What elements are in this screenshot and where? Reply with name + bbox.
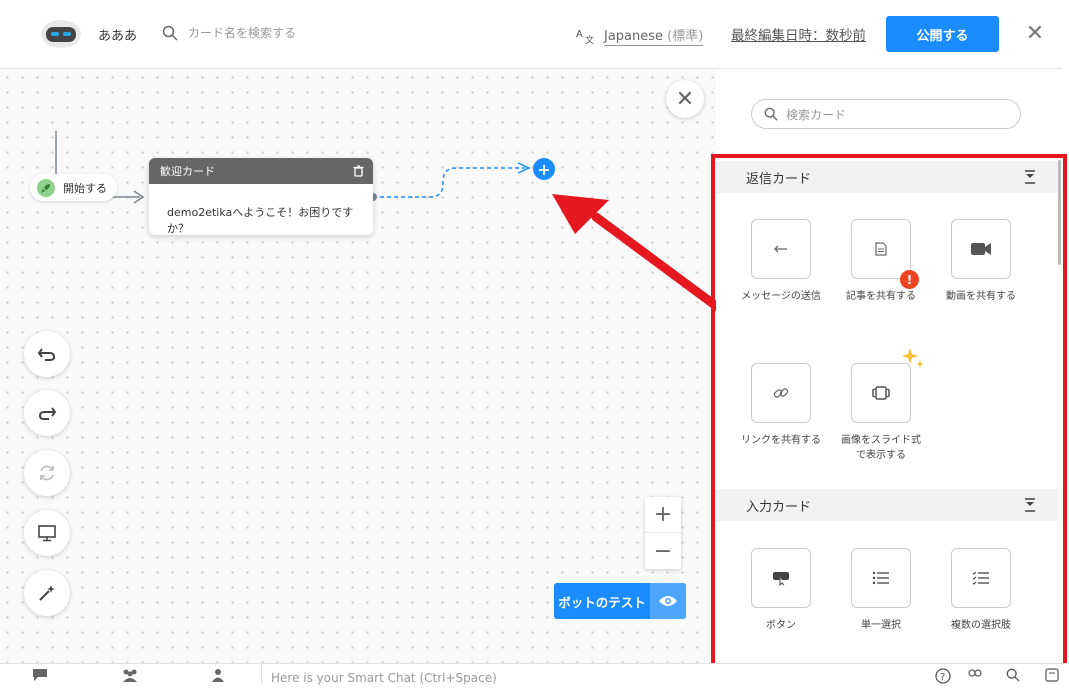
svg-text:?: ?	[940, 672, 945, 683]
magic-wand-icon	[39, 585, 55, 601]
language-tag: (標準)	[667, 29, 704, 44]
card-library-panel: 検索カード 返信カード メッセージの送信 ! 記事を共有する 動画を共有する リ…	[716, 70, 1062, 663]
chat-icon[interactable]	[32, 668, 48, 682]
card-library-search[interactable]: 検索カード	[751, 99, 1021, 129]
zoom-control: + −	[645, 497, 681, 569]
list-icon[interactable]	[851, 548, 911, 608]
bot-avatar	[40, 19, 82, 49]
card-share-link[interactable]: リンクを共有する	[741, 363, 821, 448]
card-label: 画像をスライド式で表示する	[841, 435, 921, 461]
card-share-video[interactable]: 動画を共有する	[941, 219, 1021, 304]
search-icon	[162, 25, 178, 41]
top-bar: あああ カード名を検索する A文 Japanese (標準) 最終編集日時：数秒…	[0, 0, 1062, 69]
button-icon[interactable]	[751, 548, 811, 608]
undo-icon	[37, 348, 56, 361]
publish-button[interactable]: 公開する	[886, 16, 999, 52]
document-icon[interactable]: !	[851, 219, 919, 289]
card-label: 複数の選択肢	[951, 620, 1011, 631]
card-label: リンクを共有する	[741, 435, 821, 446]
collapse-icon[interactable]	[1024, 498, 1036, 512]
section-input-cards[interactable]: 入力カード	[716, 489, 1058, 521]
svg-text:文: 文	[585, 34, 594, 44]
panel-scrollbar[interactable]	[1058, 160, 1061, 265]
rocket-icon	[37, 178, 55, 197]
test-bot-button[interactable]: ボットのテスト	[554, 583, 686, 619]
translate-icon: A文	[576, 29, 594, 44]
user-icon[interactable]	[211, 668, 225, 682]
redo-button[interactable]	[24, 390, 70, 436]
monitor-icon	[38, 525, 56, 542]
trash-icon[interactable]	[353, 165, 364, 177]
contacts-icon[interactable]	[966, 668, 984, 682]
card-share-article[interactable]: ! 記事を共有する	[841, 219, 921, 304]
zoom-in-button[interactable]: +	[645, 497, 681, 533]
start-label: 開始する	[63, 181, 107, 195]
start-node[interactable]: 開始する	[30, 174, 117, 201]
section-title: 入力カード	[746, 499, 812, 515]
card-label: メッセージの送信	[741, 291, 821, 302]
zoom-out-button[interactable]: −	[645, 533, 681, 569]
test-bot-label[interactable]: ボットのテスト	[554, 583, 650, 619]
eye-icon[interactable]	[650, 583, 686, 619]
help-icon[interactable]: ?	[935, 668, 951, 684]
video-icon[interactable]	[951, 219, 1011, 279]
card-send-message[interactable]: メッセージの送信	[741, 219, 821, 304]
add-node-button[interactable]: +	[533, 158, 555, 180]
refresh-button[interactable]	[24, 450, 70, 496]
bot-name[interactable]: あああ	[98, 25, 137, 44]
card-label: 動画を共有する	[946, 291, 1016, 302]
card-label: 記事を共有する	[846, 291, 916, 302]
smart-chat-input[interactable]: Here is your Smart Chat (Ctrl+Space)	[261, 664, 497, 685]
group-icon[interactable]	[121, 668, 139, 682]
link-icon[interactable]	[751, 363, 811, 423]
card-image-carousel[interactable]: 画像をスライド式で表示する	[841, 348, 924, 463]
sparkle-icon	[902, 348, 924, 368]
reply-icon[interactable]	[751, 219, 811, 279]
undo-button[interactable]	[24, 331, 70, 377]
card-single-select[interactable]: 単一選択	[841, 548, 921, 633]
svg-text:A: A	[576, 29, 583, 40]
search-icon[interactable]	[1006, 668, 1020, 682]
last-edited-link[interactable]: 最終編集日時：数秒前	[731, 24, 866, 44]
section-reply-cards[interactable]: 返信カード	[716, 161, 1058, 193]
notes-icon[interactable]	[1045, 668, 1059, 682]
section-title: 返信カード	[746, 171, 812, 187]
flow-canvas[interactable]: 開始する 歓迎カード demo2etikaへようこそ！お困りですか？ + ✕ +…	[0, 70, 716, 663]
card-library-search-placeholder[interactable]: 検索カード	[786, 106, 846, 123]
card-multi-select[interactable]: 複数の選択肢	[941, 548, 1021, 633]
checklist-icon[interactable]	[951, 548, 1011, 608]
card-label: 単一選択	[861, 620, 901, 631]
auto-arrange-button[interactable]	[24, 570, 70, 616]
card-message: demo2etikaへようこそ！お困りですか？	[167, 206, 354, 235]
canvas-close-icon[interactable]: ✕	[666, 80, 704, 118]
language-name[interactable]: Japanese	[604, 29, 663, 44]
carousel-icon[interactable]	[851, 348, 924, 423]
preview-button[interactable]	[24, 510, 70, 556]
bottom-bar: Here is your Smart Chat (Ctrl+Space) ?	[0, 663, 1069, 685]
language-selector[interactable]: A文 Japanese (標準)	[576, 25, 704, 46]
card-search-placeholder[interactable]: カード名を検索する	[188, 24, 296, 41]
redo-icon	[38, 407, 57, 420]
close-icon[interactable]: ✕	[1025, 22, 1045, 46]
card-button[interactable]: ボタン	[741, 548, 821, 633]
card-search[interactable]: カード名を検索する	[162, 24, 296, 41]
search-icon	[764, 107, 778, 121]
card-label: ボタン	[766, 620, 796, 631]
card-title: 歓迎カード	[160, 165, 215, 178]
warning-badge: !	[900, 270, 919, 289]
welcome-card[interactable]: 歓迎カード demo2etikaへようこそ！お困りですか？	[149, 158, 373, 235]
collapse-icon[interactable]	[1024, 170, 1036, 184]
card-header: 歓迎カード	[149, 158, 373, 184]
refresh-icon	[40, 465, 54, 481]
